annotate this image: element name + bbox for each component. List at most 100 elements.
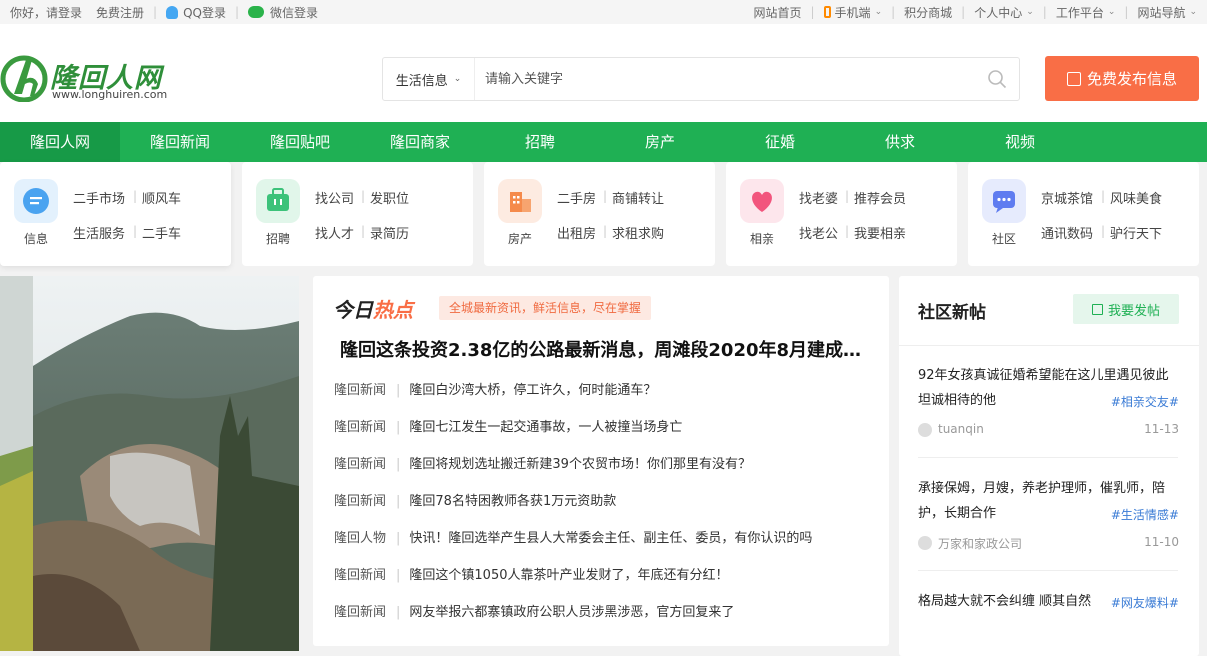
category-link[interactable]: 发职位 [370, 188, 409, 207]
category-label: 信息 [23, 232, 48, 246]
category-link[interactable]: 京城茶馆 [1041, 188, 1093, 207]
edit-icon [1066, 71, 1081, 86]
category-link[interactable]: 找人才 [315, 223, 354, 242]
news-title[interactable]: 隆回这个镇1050人靠茶叶产业发财了，年底还有分红！ [409, 568, 728, 583]
topbar-right: 网站首页 | 手机端 ⌄ | 积分商城 | 个人中心 ⌄ | 工作平台 ⌄ | 网站导… [753, 4, 1197, 21]
news-row[interactable]: 隆回新闻 | 网友举报六都寨镇政府公职人员涉黑涉恶，官方回复来了 [334, 601, 734, 620]
chevron-down-icon: ⌄ [874, 7, 883, 17]
news-category[interactable]: 隆回新闻 [334, 457, 386, 472]
hot-news-tagline: 全城最新资讯，鲜活信息，尽在掌握 [439, 296, 652, 320]
post-tag[interactable]: #相亲交友# [1111, 393, 1179, 410]
post-title[interactable]: 格局越大就不会纠缠 顺其自然 [918, 589, 1118, 614]
category-link[interactable]: 求租求购 [612, 223, 664, 242]
nav-item-forum[interactable]: 隆回贴吧 [240, 122, 360, 162]
category-link[interactable]: 驴行天下 [1110, 223, 1162, 242]
search-icon[interactable] [987, 69, 1007, 89]
nav-item-realestate[interactable]: 房产 [600, 122, 720, 162]
nav-item-dating[interactable]: 征婚 [720, 122, 840, 162]
avatar [918, 536, 932, 550]
nav-item-supply[interactable]: 供求 [840, 122, 960, 162]
news-title[interactable]: 隆回将规划选址搬迁新建39个农贸市场！你们那里有没有？ [409, 457, 751, 472]
user-center-link[interactable]: 个人中心 [974, 4, 1022, 21]
news-row[interactable]: 隆回新闻 | 隆回78名特困教师各获1万元资助款 [334, 490, 616, 509]
news-row[interactable]: 隆回新闻 | 隆回将规划选址搬迁新建39个农贸市场！你们那里有没有？ [334, 453, 751, 472]
info-icon[interactable] [14, 179, 58, 223]
building-icon[interactable] [498, 179, 542, 223]
greeting-text: 你好， [10, 5, 47, 20]
news-category[interactable]: 隆回人物 [334, 531, 386, 546]
nav-item-video[interactable]: 视频 [960, 122, 1080, 162]
category-link[interactable]: 找老公 [799, 223, 838, 242]
news-title[interactable]: 隆回七江发生一起交通事故，一人被撞当场身亡 [409, 420, 682, 435]
chevron-down-icon: ⌄ [453, 74, 462, 84]
register-link[interactable]: 免费注册 [96, 4, 144, 21]
briefcase-icon[interactable] [256, 179, 300, 223]
topbar-left: 你好， 请登录 免费注册 | QQ登录 | 微信登录 [10, 4, 318, 21]
category-link[interactable]: 二手房 [557, 188, 596, 207]
nav-item-merchants[interactable]: 隆回商家 [360, 122, 480, 162]
login-link[interactable]: 请登录 [46, 4, 82, 21]
news-title[interactable]: 快讯！隆回选举产生县人大常委会主任、副主任、委员，有你认识的吗 [409, 531, 812, 546]
phone-icon [823, 6, 831, 18]
site-nav-link[interactable]: 网站导航 [1137, 4, 1185, 21]
chat-icon[interactable] [982, 179, 1026, 223]
post-tag[interactable]: #网友爆料# [1111, 594, 1179, 611]
new-post-button[interactable]: 我要发帖 [1073, 294, 1179, 324]
category-label: 相亲 [749, 232, 774, 246]
logo-url: www.longhuiren.com [52, 88, 168, 101]
category-link[interactable]: 通讯数码 [1041, 223, 1093, 242]
search-input[interactable] [475, 58, 987, 100]
category-link[interactable]: 我要相亲 [854, 223, 906, 242]
category-link[interactable]: 二手车 [142, 223, 181, 242]
news-title[interactable]: 网友举报六都寨镇政府公职人员涉黑涉恶，官方回复来了 [409, 605, 734, 620]
category-link[interactable]: 商铺转让 [612, 188, 664, 207]
wechat-login-link[interactable]: 微信登录 [270, 4, 318, 21]
news-category[interactable]: 隆回新闻 [334, 605, 386, 620]
nav-item-home[interactable]: 隆回人网 [0, 122, 120, 162]
home-link[interactable]: 网站首页 [753, 4, 801, 21]
category-link[interactable]: 二手市场 [73, 188, 125, 207]
new-post-label: 我要发帖 [1107, 303, 1160, 319]
category-link[interactable]: 风味美食 [1110, 188, 1162, 207]
site-logo[interactable]: 隆回人网 www.longhuiren.com [0, 54, 170, 104]
hot-title-part-a: 今日 [333, 298, 373, 322]
category-link[interactable]: 找老婆 [799, 188, 838, 207]
category-link[interactable]: 出租房 [557, 223, 596, 242]
news-category[interactable]: 隆回新闻 [334, 568, 386, 583]
category-label: 招聘 [265, 232, 290, 246]
search-category-select[interactable]: 生活信息 ⌄ [383, 58, 475, 100]
divider: | [153, 5, 158, 19]
news-row[interactable]: 隆回新闻 | 隆回白沙湾大桥，停工许久，何时能通车？ [334, 379, 656, 398]
news-category[interactable]: 隆回新闻 [334, 420, 386, 435]
points-mall-link[interactable]: 积分商城 [904, 4, 952, 21]
news-category[interactable]: 隆回新闻 [334, 494, 386, 509]
banner-image[interactable] [0, 276, 299, 651]
category-link[interactable]: 生活服务 [73, 223, 125, 242]
nav-item-news[interactable]: 隆回新闻 [120, 122, 240, 162]
news-title[interactable]: 隆回78名特困教师各获1万元资助款 [409, 494, 616, 509]
post-author[interactable]: tuanqin [938, 422, 984, 436]
mobile-link[interactable]: 手机端 [835, 4, 871, 21]
qq-icon [166, 5, 179, 19]
divider: | [235, 5, 240, 19]
post-info-button[interactable]: 免费发布信息 [1045, 56, 1199, 101]
heart-icon[interactable] [740, 179, 784, 223]
headline-link[interactable]: 隆回这条投资2.38亿的公路最新消息，周滩段2020年8月建成通车 [340, 336, 866, 362]
category-card-community: 社区 京城茶馆 | 风味美食 通讯数码 | 驴行天下 [968, 162, 1199, 266]
qq-login-link[interactable]: QQ登录 [183, 4, 226, 21]
post-author[interactable]: 万家和家政公司 [938, 535, 1022, 552]
news-row[interactable]: 隆回新闻 | 隆回这个镇1050人靠茶叶产业发财了，年底还有分红！ [334, 564, 729, 583]
category-link[interactable]: 推荐会员 [854, 188, 906, 207]
news-category[interactable]: 隆回新闻 [334, 383, 386, 398]
workspace-link[interactable]: 工作平台 [1056, 4, 1104, 21]
nav-item-jobs[interactable]: 招聘 [480, 122, 600, 162]
news-row[interactable]: 隆回人物 | 快讯！隆回选举产生县人大常委会主任、副主任、委员，有你认识的吗 [334, 527, 812, 546]
edit-icon [1091, 303, 1103, 315]
post-tag[interactable]: #生活情感# [1111, 506, 1179, 523]
news-row[interactable]: 隆回新闻 | 隆回七江发生一起交通事故，一人被撞当场身亡 [334, 416, 682, 435]
news-title[interactable]: 隆回白沙湾大桥，停工许久，何时能通车？ [409, 383, 656, 398]
category-card-dating: 相亲 找老婆 | 推荐会员 找老公 | 我要相亲 [726, 162, 957, 266]
category-link[interactable]: 顺风车 [142, 188, 181, 207]
category-link[interactable]: 录简历 [370, 223, 409, 242]
category-link[interactable]: 找公司 [315, 188, 354, 207]
